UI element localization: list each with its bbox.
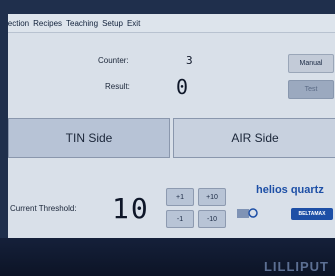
beltamax-logo: BELTAMAX (291, 208, 333, 220)
device-bezel-top (0, 0, 335, 14)
menu-bar: lection Recipes Teaching Setup Exit (8, 14, 335, 33)
counter-value: 3 (186, 54, 193, 67)
menu-selection[interactable]: lection (8, 19, 29, 28)
menu-teaching[interactable]: Teaching (66, 19, 98, 28)
threshold-label: Current Threshold: (10, 204, 77, 213)
helios-quartz-logo: helios quartz (256, 184, 324, 196)
menu-recipes[interactable]: Recipes (33, 19, 62, 28)
menu-exit[interactable]: Exit (127, 19, 140, 28)
minus-1-button[interactable]: -1 (166, 210, 194, 228)
threshold-value: 10 (112, 192, 150, 225)
result-value: 0 (176, 75, 189, 99)
plus-10-button[interactable]: +10 (198, 188, 226, 206)
minus-10-button[interactable]: -10 (198, 210, 226, 228)
plus-1-button[interactable]: +1 (166, 188, 194, 206)
tin-side-button[interactable]: TIN Side (8, 118, 170, 158)
test-button[interactable]: Test (288, 80, 334, 99)
device-brand: LILLIPUT (263, 259, 329, 274)
counter-label: Counter: (98, 56, 129, 65)
result-label: Result: (105, 82, 130, 91)
machine-icon (237, 208, 258, 218)
touch-screen: lection Recipes Teaching Setup Exit Coun… (8, 14, 335, 238)
device-bezel-bottom: LILLIPUT (0, 238, 335, 276)
menu-setup[interactable]: Setup (102, 19, 123, 28)
manual-button[interactable]: Manual (288, 54, 334, 73)
air-side-button[interactable]: AIR Side (173, 118, 335, 158)
device-bezel-left (0, 0, 8, 276)
